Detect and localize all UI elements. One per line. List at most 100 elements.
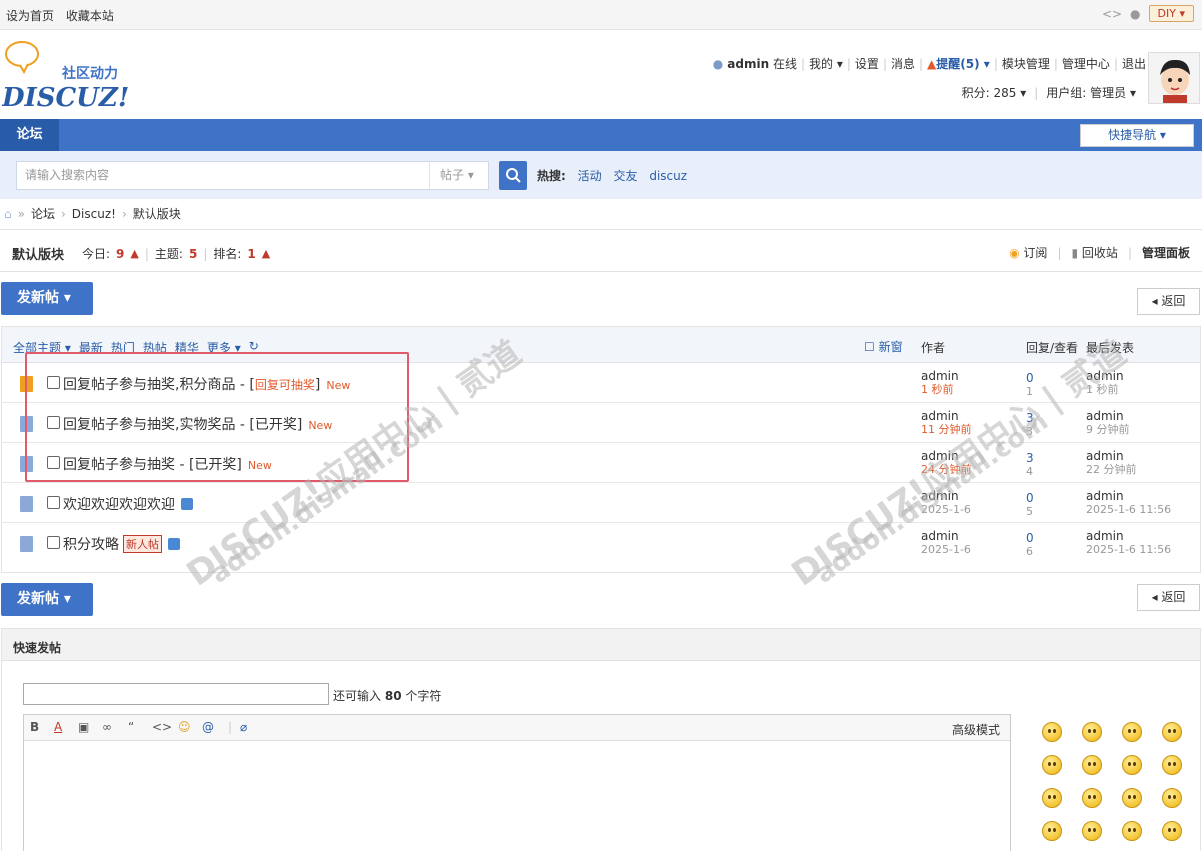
breadcrumb-item[interactable]: 默认版块 — [133, 205, 181, 222]
home-icon[interactable]: ⌂ — [4, 207, 12, 221]
quote-icon[interactable]: “ — [128, 720, 134, 734]
smiley-icon[interactable] — [1082, 788, 1102, 808]
new-window-toggle[interactable]: ☐ 新窗 — [864, 338, 903, 355]
manage-panel-link[interactable]: 管理面板 — [1142, 244, 1190, 261]
font-color-icon[interactable]: A — [54, 720, 62, 734]
smiley-icon[interactable] — [1122, 755, 1142, 775]
diy-button[interactable]: DIY ▾ — [1148, 5, 1194, 22]
reply-count[interactable]: 3 — [1026, 451, 1034, 465]
smiley-icon[interactable] — [1162, 788, 1182, 808]
smiley-icon[interactable] — [1082, 722, 1102, 742]
author-name[interactable]: admin — [921, 489, 971, 503]
code-icon[interactable]: <> — [1102, 7, 1122, 21]
thread-checkbox[interactable] — [47, 456, 60, 469]
table-row[interactable]: 回复帖子参与抽奖,实物奖品 - [已开奖] New admin 11 分钟前 33 … — [2, 403, 1200, 443]
subject-input[interactable] — [23, 683, 329, 705]
palette-icon[interactable]: ● — [1130, 7, 1140, 21]
subscribe-link[interactable]: ◉ 订阅 — [1009, 244, 1047, 261]
back-button[interactable]: ◂ 返回 — [1137, 288, 1200, 315]
reply-count[interactable]: 0 — [1026, 491, 1034, 505]
thread-checkbox[interactable] — [47, 376, 60, 389]
refresh-icon[interactable]: ↻ — [249, 339, 259, 356]
thread-title[interactable]: 回复帖子参与抽奖,实物奖品 - [已开奖] New — [63, 414, 332, 434]
filter-more[interactable]: 更多 ▾ — [207, 339, 241, 356]
smiley-icon[interactable] — [1162, 821, 1182, 841]
smiley-icon[interactable] — [1162, 722, 1182, 742]
search-button[interactable] — [499, 161, 527, 190]
credits-menu[interactable]: 积分: 285 ▾ — [962, 84, 1027, 101]
advanced-mode-link[interactable]: 高级模式 — [952, 721, 1000, 738]
smiley-icon[interactable]: ☺ — [178, 720, 191, 734]
filter-hot[interactable]: 热门 — [111, 339, 135, 356]
filter-all[interactable]: 全部主题 ▾ — [13, 339, 71, 356]
smiley-icon[interactable] — [1082, 755, 1102, 775]
admin-center-link[interactable]: 管理中心 — [1062, 55, 1110, 72]
thread-title[interactable]: 回复帖子参与抽奖 - [已开奖] New — [63, 454, 272, 474]
thread-title[interactable]: 欢迎欢迎欢迎欢迎 — [63, 494, 193, 514]
new-post-button[interactable]: 发新帖 ▾ — [1, 583, 93, 616]
hot-keyword[interactable]: 交友 — [613, 169, 637, 183]
smiley-icon[interactable] — [1162, 755, 1182, 775]
smiley-icon[interactable] — [1122, 722, 1142, 742]
author-name[interactable]: admin — [921, 409, 972, 423]
author-name[interactable]: admin — [921, 369, 959, 383]
filter-hotthread[interactable]: 热帖 — [143, 339, 167, 356]
smiley-icon[interactable] — [1042, 755, 1062, 775]
author-name[interactable]: admin — [921, 449, 972, 463]
search-input[interactable]: 请输入搜索内容 — [16, 161, 430, 190]
avatar[interactable] — [1148, 52, 1200, 104]
last-poster[interactable]: admin — [1086, 449, 1137, 463]
at-icon[interactable]: @ — [202, 720, 214, 734]
smiley-icon[interactable] — [1042, 788, 1062, 808]
last-poster[interactable]: admin — [1086, 529, 1171, 543]
site-logo[interactable]: 社区动力 DISCUZ! — [1, 38, 132, 113]
set-home-link[interactable]: 设为首页 — [6, 9, 54, 23]
filter-latest[interactable]: 最新 — [79, 339, 103, 356]
back-button[interactable]: ◂ 返回 — [1137, 584, 1200, 611]
last-poster[interactable]: admin — [1086, 489, 1171, 503]
reply-count[interactable]: 0 — [1026, 531, 1034, 545]
logout-link[interactable]: 退出 — [1122, 55, 1146, 72]
attachment-icon[interactable]: ⌀ — [240, 720, 247, 734]
thread-checkbox[interactable] — [47, 416, 60, 429]
quick-nav-button[interactable]: 快捷导航 ▾ — [1080, 124, 1194, 147]
hot-keyword[interactable]: discuz — [649, 169, 687, 183]
usergroup-menu[interactable]: 用户组: 管理员 ▾ — [1046, 84, 1136, 101]
bold-icon[interactable]: B — [30, 720, 39, 734]
code-icon[interactable]: <> — [152, 720, 172, 734]
messages-link[interactable]: 消息 — [891, 55, 915, 72]
image-icon[interactable]: ▣ — [78, 720, 89, 734]
remind-link[interactable]: 提醒(5) ▾ — [936, 55, 990, 72]
settings-link[interactable]: 设置 — [855, 55, 879, 72]
smiley-icon[interactable] — [1082, 821, 1102, 841]
smiley-icon[interactable] — [1122, 821, 1142, 841]
last-poster[interactable]: admin — [1086, 409, 1130, 423]
nav-tab-forum[interactable]: 论坛 — [0, 119, 59, 151]
author-name[interactable]: admin — [921, 529, 971, 543]
filter-digest[interactable]: 精华 — [175, 339, 199, 356]
smiley-icon[interactable] — [1042, 821, 1062, 841]
reply-count[interactable]: 0 — [1026, 371, 1034, 385]
thread-checkbox[interactable] — [47, 496, 60, 509]
my-menu[interactable]: 我的 ▾ — [809, 55, 843, 72]
smiley-icon[interactable] — [1122, 788, 1142, 808]
hot-keyword[interactable]: 活动 — [578, 169, 602, 183]
username-link[interactable]: admin — [727, 57, 769, 71]
new-post-button[interactable]: 发新帖 ▾ — [1, 282, 93, 315]
module-manage-link[interactable]: 模块管理 — [1002, 55, 1050, 72]
table-row[interactable]: 回复帖子参与抽奖,积分商品 - [回复可抽奖] New admin 1 秒前 01 … — [2, 363, 1200, 403]
last-poster[interactable]: admin — [1086, 369, 1124, 383]
thread-checkbox[interactable] — [47, 536, 60, 549]
table-row[interactable]: 欢迎欢迎欢迎欢迎 admin 2025-1-6 05 admin 2025-1-6 … — [2, 483, 1200, 523]
thread-title[interactable]: 回复帖子参与抽奖,积分商品 - [回复可抽奖] New — [63, 374, 350, 394]
thread-title[interactable]: 积分攻略 新人帖 — [63, 534, 180, 554]
table-row[interactable]: 回复帖子参与抽奖 - [已开奖] New admin 24 分钟前 34 admin… — [2, 443, 1200, 483]
link-icon[interactable]: ∞ — [102, 720, 112, 734]
bookmark-link[interactable]: 收藏本站 — [66, 9, 114, 23]
recycle-link[interactable]: ▮ 回收站 — [1071, 244, 1117, 261]
reply-count[interactable]: 3 — [1026, 411, 1034, 425]
post-editor[interactable]: B A ▣ ∞ “ <> ☺ @ | ⌀ 高级模式 — [23, 714, 1011, 851]
search-type-select[interactable]: 帖子 ▾ — [429, 161, 489, 190]
smiley-icon[interactable] — [1042, 722, 1062, 742]
table-row[interactable]: 积分攻略 新人帖 admin 2025-1-6 06 admin 2025-1-6 1… — [2, 523, 1200, 563]
